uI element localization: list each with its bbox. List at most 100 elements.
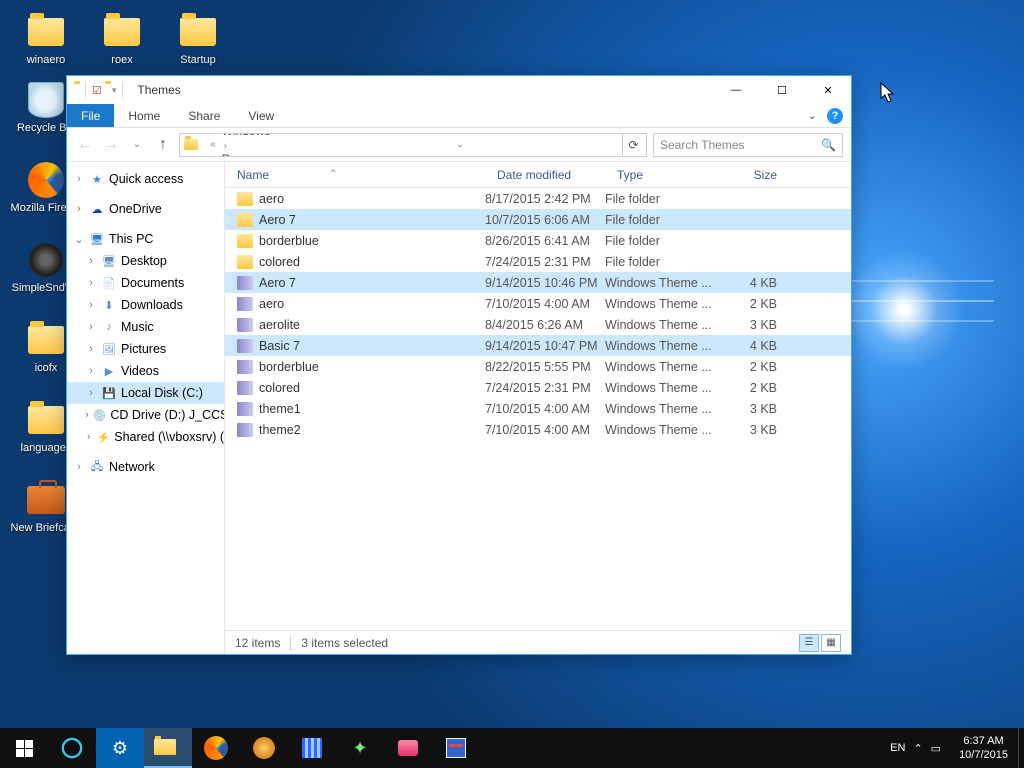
file-row[interactable]: Aero 79/14/2015 10:46 PMWindows Theme ..… [225,272,851,293]
nav-local-disk-c-[interactable]: ›💾Local Disk (C:) [67,382,224,404]
file-size: 3 KB [723,318,793,332]
theme-icon [237,402,253,416]
taskbar-settings[interactable]: ⚙ [96,728,144,768]
titlebar[interactable]: ☑ ▾ Themes — ☐ ✕ [67,76,851,104]
view-thumbnails-button[interactable]: ▦ [821,634,841,652]
file-size: 2 KB [723,297,793,311]
file-row[interactable]: aerolite8/4/2015 6:26 AMWindows Theme ..… [225,314,851,335]
file-type: File folder [605,234,723,248]
nav-back-button[interactable]: ← [75,135,95,155]
chevron-right-icon[interactable]: › [220,141,231,152]
taskbar-explorer[interactable] [144,728,192,768]
qat-newfolder-icon[interactable] [104,84,110,96]
file-row[interactable]: colored7/24/2015 2:31 PMWindows Theme ..… [225,377,851,398]
ribbon-expand-icon[interactable]: ⌄ [808,109,817,122]
tray-overflow-icon[interactable]: ⌃ [913,742,922,755]
file-type: Windows Theme ... [605,423,723,437]
show-desktop-button[interactable] [1018,728,1024,768]
ribbon-tabs: File Home Share View ⌄ ? [67,104,851,128]
search-icon: 🔍 [821,138,836,152]
nav-shared-vboxsrv-[interactable]: ›⚡Shared (\\vboxsrv) ( [67,426,224,448]
nav-videos[interactable]: ›▶Videos [67,360,224,382]
firefox-icon [26,160,66,200]
start-button[interactable] [0,728,48,768]
col-name[interactable]: Name⌃ [225,162,485,187]
nav-network[interactable]: ›🖧Network [67,456,224,478]
nav-quick-access[interactable]: ›★Quick access [67,168,224,190]
file-type: Windows Theme ... [605,318,723,332]
tab-view[interactable]: View [234,104,288,127]
breadcrumb-seg[interactable]: Windows [220,133,303,138]
col-size[interactable]: Size [723,162,793,187]
desktop-icon-winaero[interactable]: winaero [8,8,84,70]
file-date: 8/22/2015 5:55 PM [485,360,605,374]
taskbar-app-1[interactable] [240,728,288,768]
status-selected-count: 3 items selected [301,636,388,650]
breadcrumb-prefix[interactable]: « [206,139,220,150]
file-type: File folder [605,255,723,269]
taskbar-app-3[interactable]: ✦ [336,728,384,768]
file-list[interactable]: aero8/17/2015 2:42 PMFile folderAero 710… [225,188,851,630]
taskbar-clock[interactable]: 6:37 AM 10/7/2015 [949,734,1018,763]
file-row[interactable]: theme27/10/2015 4:00 AMWindows Theme ...… [225,419,851,440]
breadcrumb-seg[interactable]: Resources [220,152,303,157]
briefcase-icon [26,480,66,520]
file-row[interactable]: Basic 79/14/2015 10:47 PMWindows Theme .… [225,335,851,356]
taskbar-edge[interactable] [48,728,96,768]
recycle-icon [26,80,66,120]
nav-desktop[interactable]: ›🖥Desktop [67,250,224,272]
nav-this-pc[interactable]: ⌄🖥This PC [67,228,224,250]
maximize-button[interactable]: ☐ [759,76,805,104]
file-name: colored [259,255,300,269]
nav-documents[interactable]: ›📄Documents [67,272,224,294]
theme-icon [237,297,253,311]
address-bar[interactable]: « Local Disk (C:)›Windows›Resources›Them… [179,133,647,157]
taskbar-app-2[interactable] [288,728,336,768]
close-button[interactable]: ✕ [805,76,851,104]
file-row[interactable]: theme17/10/2015 4:00 AMWindows Theme ...… [225,398,851,419]
file-row[interactable]: aero7/10/2015 4:00 AMWindows Theme ...2 … [225,293,851,314]
desktop-icon-label: winaero [27,54,66,66]
nav-cd-drive-d-j_ccs[interactable]: ›💿CD Drive (D:) J_CCS [67,404,224,426]
pc-icon: 🖥 [89,231,105,247]
tray-action-center-icon[interactable]: ▭ [931,742,941,755]
explorer-icon [73,84,79,96]
help-icon[interactable]: ? [827,108,843,124]
col-date[interactable]: Date modified [485,162,605,187]
folder-icon [237,192,253,206]
theme-icon [237,339,253,353]
file-type: Windows Theme ... [605,339,723,353]
folder-icon [178,12,218,52]
nav-forward-button[interactable]: → [101,135,121,155]
nav-up-button[interactable]: ↑ [153,135,173,155]
file-row[interactable]: aero8/17/2015 2:42 PMFile folder [225,188,851,209]
desktop-icon-label: roex [111,54,132,66]
taskbar-firefox[interactable] [192,728,240,768]
taskbar-app-4[interactable] [384,728,432,768]
view-details-button[interactable]: ☰ [799,634,819,652]
tab-home[interactable]: Home [114,104,174,127]
file-row[interactable]: borderblue8/26/2015 6:41 AMFile folder [225,230,851,251]
nav-pictures[interactable]: ›🖼Pictures [67,338,224,360]
nav-onedrive[interactable]: ›☁OneDrive [67,198,224,220]
search-input[interactable]: Search Themes 🔍 [653,133,843,157]
desktop-icon-roex[interactable]: roex [84,8,160,70]
qat-properties-icon[interactable]: ☑ [92,84,102,97]
address-dropdown-icon[interactable]: ⌄ [452,139,468,150]
taskbar-app-5[interactable] [432,728,480,768]
file-row[interactable]: Aero 710/7/2015 6:06 AMFile folder [225,209,851,230]
tab-share[interactable]: Share [174,104,234,127]
file-row[interactable]: borderblue8/22/2015 5:55 PMWindows Theme… [225,356,851,377]
file-row[interactable]: colored7/24/2015 2:31 PMFile folder [225,251,851,272]
nav-history-dropdown[interactable]: ⌄ [127,135,147,155]
col-type[interactable]: Type [605,162,723,187]
nav-downloads[interactable]: ›⬇Downloads [67,294,224,316]
minimize-button[interactable]: — [713,76,759,104]
desktop-icon-startup[interactable]: Startup [160,8,236,70]
navigation-pane: ›★Quick access ›☁OneDrive ⌄🖥This PC ›🖥De… [67,162,225,654]
tray-language[interactable]: EN [890,742,905,754]
tab-file[interactable]: File [67,104,114,127]
drive-icon: 🖥 [101,253,117,269]
nav-music[interactable]: ›♪Music [67,316,224,338]
refresh-button[interactable]: ⟳ [622,134,644,156]
